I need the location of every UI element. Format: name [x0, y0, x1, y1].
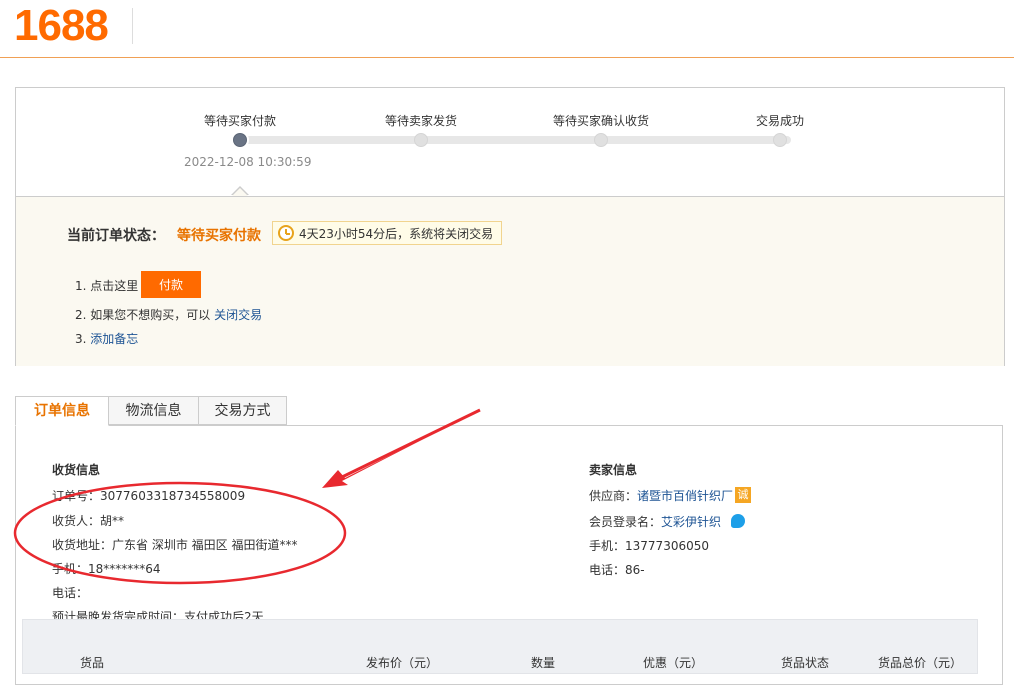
step-pointer-fill: [232, 188, 248, 196]
th-goods: 货品: [80, 656, 105, 670]
cheng-badge-icon: 诚: [735, 487, 752, 503]
supplier-label: 供应商：: [589, 489, 638, 503]
order-number-row: 订单号：3077603318734558009: [52, 487, 245, 504]
logo-divider: [132, 8, 133, 44]
receiver-section-title: 收货信息: [52, 463, 101, 477]
countdown-notice: 4天23小时54分后，系统将关闭交易: [272, 221, 503, 245]
receiver-name-label: 收货人：: [52, 514, 101, 528]
seller-section-title: 卖家信息: [589, 463, 638, 477]
tab-order-info[interactable]: 订单信息: [15, 396, 109, 426]
order-number-label: 订单号：: [52, 489, 101, 503]
clock-icon: [278, 225, 294, 241]
site-header: 1688: [0, 0, 1014, 58]
status-value: 等待买家付款: [177, 228, 261, 244]
step-dot-1-active: [233, 133, 247, 147]
tab-trade-method[interactable]: 交易方式: [198, 396, 287, 425]
receiver-tel-row: 电话：: [52, 584, 88, 601]
seller-tel-row: 电话：86-: [589, 561, 645, 578]
th-price: 发布价（元）: [366, 656, 439, 670]
supplier-link[interactable]: 诸暨市百俏针织厂: [637, 489, 733, 503]
receiver-name-value: 胡**: [100, 514, 125, 528]
th-status: 货品状态: [781, 656, 830, 670]
order-status-section: 当前订单状态： 等待买家付款 4天23小时54分后，系统将关闭交易 1. 点击这…: [16, 196, 1004, 366]
step-timestamp: 2022-12-08 10:30:59: [184, 155, 312, 169]
order-progress-panel: 等待买家付款 等待卖家发货 等待买家确认收货 交易成功 2022-12-08 1…: [15, 87, 1005, 366]
action-pay-line: 1. 点击这里: [75, 277, 138, 294]
step-dot-2: [414, 133, 428, 147]
step-label-awaiting-receipt: 等待买家确认收货: [552, 114, 650, 128]
th-quantity: 数量: [531, 656, 556, 670]
close-trade-link[interactable]: 关闭交易: [214, 308, 262, 322]
receiver-address-value: 广东省 深圳市 福田区 福田街道***: [112, 538, 298, 552]
member-row: 会员登录名：艾彩伊针织: [589, 513, 746, 530]
th-total: 货品总价（元）: [878, 656, 963, 670]
receiver-phone-row: 手机：18*******64: [52, 560, 161, 577]
receiver-name-row: 收货人：胡**: [52, 512, 124, 529]
action-close-text: 2. 如果您不想购买，可以: [75, 308, 211, 322]
step-label-completed: 交易成功: [755, 114, 805, 128]
supplier-row: 供应商：诸暨市百俏针织厂诚: [589, 487, 752, 504]
step-label-awaiting-shipment: 等待卖家发货: [384, 114, 458, 128]
action-close-line: 2. 如果您不想购买，可以 关闭交易: [75, 306, 262, 323]
seller-phone-row: 手机：13777306050: [589, 537, 709, 554]
member-label: 会员登录名：: [589, 515, 662, 529]
action-memo-line: 3. 添加备忘: [75, 330, 138, 347]
receiver-address-row: 收货地址：广东省 深圳市 福田区 福田街道***: [52, 536, 297, 553]
status-label: 当前订单状态：: [67, 228, 165, 244]
progress-track: [241, 136, 791, 144]
site-logo[interactable]: 1688: [14, 4, 109, 48]
seller-tel-label: 电话：: [589, 563, 626, 577]
receiver-phone-label: 手机：: [52, 562, 89, 576]
pay-button[interactable]: 付款: [141, 271, 201, 298]
action-memo-num: 3.: [75, 332, 87, 346]
seller-phone-value: 13777306050: [625, 539, 709, 553]
seller-phone-label: 手机：: [589, 539, 626, 553]
receiver-address-label: 收货地址：: [52, 538, 113, 552]
step-dot-4: [773, 133, 787, 147]
receiver-tel-label: 电话：: [52, 586, 89, 600]
wangwang-chat-icon[interactable]: [731, 513, 746, 528]
tab-logistics-info[interactable]: 物流信息: [108, 396, 199, 425]
seller-tel-value: 86-: [625, 563, 645, 577]
receiver-phone-value: 18*******64: [88, 562, 161, 576]
step-label-awaiting-payment: 等待买家付款: [203, 114, 277, 128]
goods-table-header: 货品 发布价（元） 数量 优惠（元） 货品状态 货品总价（元）: [22, 619, 978, 674]
countdown-text: 4天23小时54分后，系统将关闭交易: [299, 227, 494, 241]
action-pay-text: 1. 点击这里: [75, 279, 139, 293]
th-discount: 优惠（元）: [643, 656, 704, 670]
step-dot-3: [594, 133, 608, 147]
order-number-value: 3077603318734558009: [100, 489, 246, 503]
member-link[interactable]: 艾彩伊针织: [661, 515, 721, 529]
add-memo-link[interactable]: 添加备忘: [90, 332, 138, 346]
